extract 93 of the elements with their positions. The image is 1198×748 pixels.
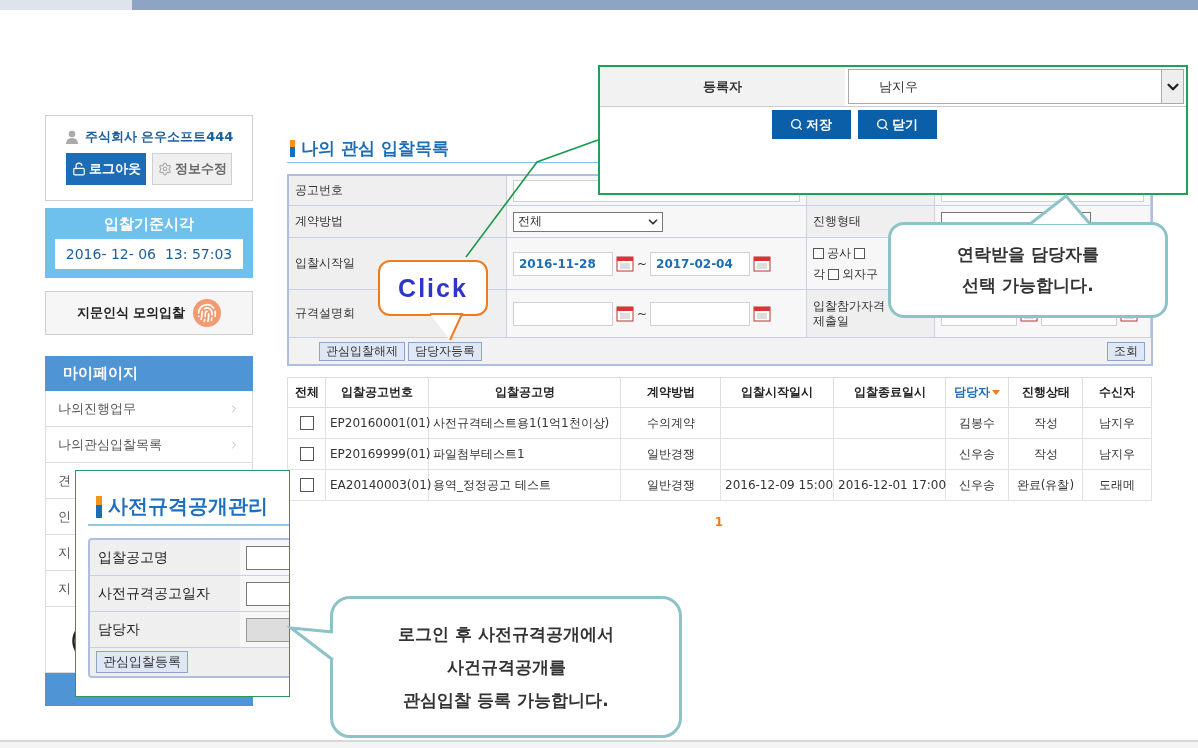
field-label: 담당자 — [97, 619, 141, 639]
page-title: 나의 관심 입찰목록 — [301, 137, 449, 160]
table-cell: 일반경쟁 — [620, 469, 721, 501]
text-field[interactable] — [246, 617, 289, 642]
column-header[interactable]: 진행상태 — [1008, 377, 1083, 408]
table-cell: 작성 — [1008, 438, 1083, 470]
checkbox[interactable] — [813, 247, 824, 259]
logout-button[interactable]: 로그아웃 — [66, 153, 146, 185]
inset-title: 사전규격공개관리 — [108, 493, 268, 520]
option-label: 각 — [813, 265, 825, 283]
column-header[interactable]: 전체 — [287, 377, 326, 408]
table-cell: 남지우 — [1082, 438, 1152, 470]
field-label: 진행형태 — [813, 214, 861, 229]
table-cell: 2016-12-09 15:00 — [720, 469, 834, 501]
fingerprint-button[interactable]: 지문인식 모의입찰 — [45, 291, 253, 335]
column-header[interactable]: 입찰공고명 — [428, 377, 621, 408]
menu-header: 마이페이지 — [45, 356, 253, 391]
callout-text: 로그인 후 사전규격공개에서 — [398, 622, 614, 646]
date-field[interactable]: 2016-11-28 — [513, 251, 613, 276]
clock-time: 2016- 12- 06 13: 57:03 — [55, 239, 243, 269]
table-cell: EP20160001(01) — [325, 407, 429, 439]
action-button[interactable]: 담당자등록 — [408, 341, 482, 361]
action-button[interactable]: 관심입찰해제 — [319, 341, 405, 361]
profile-edit-button[interactable]: 정보수정 — [152, 153, 232, 185]
assignee-select[interactable]: 남지우 — [848, 69, 1184, 104]
caret-icon — [1161, 70, 1183, 103]
column-header[interactable]: 입찰종료일시 — [833, 377, 946, 408]
table-cell: 2016-12-01 17:00 — [833, 469, 946, 501]
field-label: 공고번호 — [295, 183, 343, 198]
date-field[interactable] — [513, 301, 613, 326]
title-bar-icon — [96, 495, 102, 518]
search-button[interactable]: 조회 — [1107, 341, 1145, 361]
field-label: 입찰공고명 — [97, 547, 169, 567]
calendar-icon[interactable] — [753, 255, 772, 272]
table-cell: EA20140003(01) — [325, 469, 429, 501]
column-header[interactable]: 담당자 — [945, 377, 1009, 408]
table-cell: EP20169999(01) — [325, 438, 429, 470]
callout-text: 연락받을 담당자를 — [957, 243, 1099, 266]
checkbox[interactable] — [299, 447, 314, 462]
calendar-icon[interactable] — [616, 305, 634, 322]
table-cell: 작성 — [1008, 407, 1083, 439]
calendar-icon[interactable] — [753, 305, 772, 322]
range-separator: ~ — [637, 256, 648, 271]
table-cell: 신우송 — [945, 469, 1009, 501]
menu-item[interactable]: 나의진행업무 — [45, 391, 253, 427]
text-field[interactable] — [246, 581, 289, 606]
search-icon — [876, 118, 889, 131]
date-field[interactable] — [650, 301, 751, 326]
table-cell: 신우송 — [945, 438, 1009, 470]
callout-text: 관심입찰 등록 가능합니다. — [403, 688, 609, 712]
field-label: 등록자 — [600, 67, 845, 106]
table-cell: 남지우 — [1082, 407, 1152, 439]
column-header[interactable]: 계약방법 — [620, 377, 721, 408]
fingerprint-icon — [193, 299, 222, 327]
lock-icon — [71, 162, 86, 176]
clock-title: 입찰기준시각 — [104, 215, 194, 234]
menu-item[interactable]: 나의관심입찰목록 — [45, 427, 253, 463]
option-label: 공사 — [827, 244, 851, 262]
range-separator: ~ — [637, 306, 648, 321]
table-cell: 완료(유찰) — [1008, 469, 1083, 501]
field-label: 규격설명회 — [295, 306, 355, 321]
field-label: 사전규격공고일자 — [97, 583, 211, 603]
user-name: 주식회사 은우소프트444 — [84, 128, 234, 146]
column-header[interactable]: 입찰공고번호 — [325, 377, 429, 408]
calendar-icon[interactable] — [616, 255, 634, 272]
checkbox[interactable] — [828, 268, 839, 280]
table-cell: 김봉수 — [945, 407, 1009, 439]
checkbox[interactable] — [854, 247, 865, 259]
table-cell: 도래메 — [1082, 469, 1152, 501]
table-cell: 일반경쟁 — [620, 438, 721, 470]
search-icon — [790, 118, 803, 131]
column-header[interactable]: 수신자 — [1082, 377, 1152, 408]
column-header[interactable]: 입찰시작일시 — [720, 377, 834, 408]
callout-text: 사건규격공개를 — [446, 655, 566, 679]
select-field[interactable]: 전체 — [513, 211, 663, 232]
gear-icon — [157, 162, 172, 176]
user-icon — [64, 130, 79, 144]
callout-text: 선택 가능합니다. — [962, 274, 1094, 297]
checkbox[interactable] — [299, 416, 314, 431]
sort-icon — [992, 390, 1000, 395]
field-label: 계약방법 — [295, 214, 343, 229]
field-label: 입찰시작일 — [295, 256, 355, 271]
popup-button[interactable]: 닫기 — [857, 110, 937, 139]
table-cell: 수의계약 — [620, 407, 721, 439]
text-field[interactable] — [246, 545, 289, 570]
register-button[interactable]: 관심입찰등록 — [96, 651, 188, 673]
checkbox[interactable] — [299, 478, 314, 493]
callout-text: Click — [398, 273, 468, 303]
field-label: 입찰참가자격 제출일 — [813, 298, 885, 329]
title-bar-icon — [290, 140, 295, 157]
option-label: 외자구 — [842, 265, 878, 283]
date-field[interactable]: 2017-02-04 — [650, 251, 751, 276]
popup-button[interactable]: 저장 — [771, 110, 851, 139]
